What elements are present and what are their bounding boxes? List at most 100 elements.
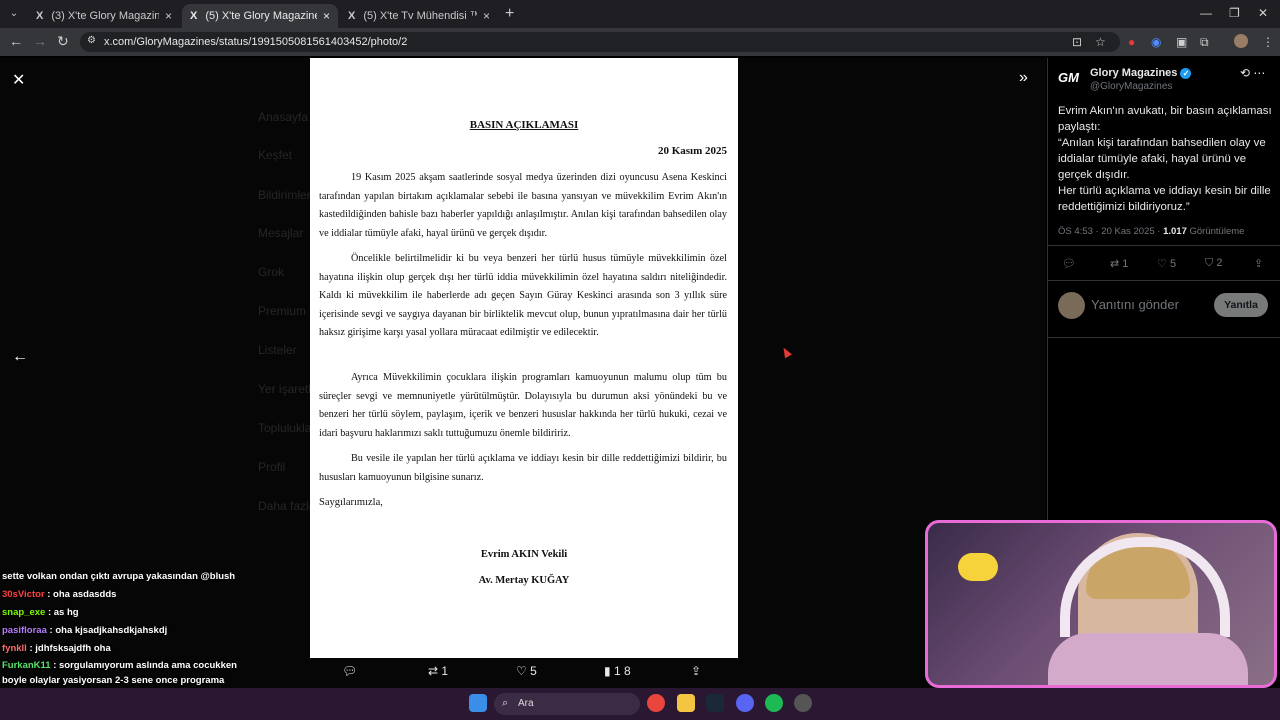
discord-icon[interactable]: [736, 694, 754, 712]
divider: [1047, 280, 1280, 281]
tab-search-icon[interactable]: ⌄: [6, 6, 22, 22]
chrome-icon[interactable]: [647, 694, 665, 712]
chat-text: : jdhfsksajdfh oha: [26, 643, 111, 654]
views-button[interactable]: ▮ 1 8: [604, 664, 631, 678]
verified-badge-icon: ✓: [1180, 67, 1192, 79]
document-heading: BASIN AÇIKLAMASI: [469, 119, 579, 131]
profile-avatar[interactable]: [1234, 34, 1248, 48]
bookmark-count: 2: [1216, 257, 1223, 269]
chat-message: pasifloraa : oha kjsadjkahsdkjahskdj: [2, 622, 242, 640]
bg-nav-item: Bildirimler: [258, 188, 311, 202]
divider: [1047, 245, 1280, 246]
spotify-icon[interactable]: [765, 694, 783, 712]
document-paragraph: Bu vesile ile yapılan her türlü açıklama…: [319, 453, 727, 483]
expand-panel-icon[interactable]: »: [1019, 69, 1028, 87]
maximize-icon[interactable]: ❐: [1229, 6, 1240, 20]
bg-nav-item: Listeler: [258, 343, 297, 357]
close-tab-icon[interactable]: ×: [483, 9, 490, 23]
bookmark-star-icon[interactable]: ☆: [1095, 35, 1106, 49]
plush-toy: [958, 553, 998, 581]
like-button[interactable]: ♡ 5: [516, 664, 537, 678]
chat-text: sette volkan ondan çıktı avrupa yakasınd…: [2, 571, 236, 582]
site-info-icon[interactable]: ⚙: [87, 35, 96, 46]
install-app-icon[interactable]: ⊡: [1072, 35, 1082, 49]
tab-tv-muhendisi[interactable]: X (5) X'te Tv Mühendisi ™: "Bez b ×: [340, 4, 498, 28]
steam-icon[interactable]: [706, 694, 724, 712]
document-paragraph: 19 Kasım 2025 akşam saatlerinde sosyal m…: [319, 172, 727, 239]
author-name-row[interactable]: Glory Magazines ✓: [1090, 67, 1192, 79]
tab-glory-evrim[interactable]: X (5) X'te Glory Magazines: "Evrim ×: [182, 4, 338, 28]
like-count: 5: [530, 664, 537, 678]
analytics-icon: ▮: [604, 664, 611, 678]
taskbar: [0, 688, 1280, 720]
close-tab-icon[interactable]: ×: [165, 9, 172, 23]
close-viewer-icon[interactable]: ✕: [12, 70, 25, 90]
tweet-views: 1.017: [1163, 226, 1187, 237]
document-paragraph: Öncelikle belirtilmelidir ki bu veya ben…: [319, 253, 727, 339]
chat-message: snap_exe : as hg: [2, 604, 242, 622]
chat-text: : oha asdasdds: [44, 589, 117, 600]
chat-user: FurkanK11: [2, 660, 51, 671]
extension-icon[interactable]: ▣: [1176, 35, 1187, 49]
share-icon[interactable]: ⇪: [691, 664, 701, 678]
menu-kebab-icon[interactable]: ⋮: [1262, 35, 1274, 49]
x-logo-icon: X: [190, 10, 198, 22]
reply-icon[interactable]: 💬︎: [342, 664, 357, 678]
retweet-icon: ⇄: [428, 664, 439, 678]
bg-nav-item: Grok: [258, 265, 285, 279]
tab-title: (5) X'te Glory Magazines: "Evrim: [205, 10, 317, 22]
retweet-button[interactable]: ⇄ 1: [428, 664, 448, 678]
bg-nav-item: Mesajlar: [258, 226, 304, 240]
search-icon: ⌕: [502, 697, 509, 709]
tab-title: (5) X'te Tv Mühendisi ™: "Bez b: [363, 10, 477, 22]
tweet-time[interactable]: ÖS 4:53 · 20 Kas 2025 ·: [1058, 226, 1163, 237]
previous-photo-icon[interactable]: ←: [12, 348, 28, 366]
like-button[interactable]: ♡ 5: [1157, 257, 1176, 270]
press-release-image: BASIN AÇIKLAMASI 20 Kasım 2025 19 Kasım …: [310, 58, 738, 658]
tab-title: (3) X'te Glory Magazines: "Bez: [51, 10, 159, 22]
author-handle[interactable]: @GloryMagazines: [1090, 81, 1172, 92]
extension-audio-icon[interactable]: ◉: [1151, 35, 1161, 49]
chat-message: sette volkan ondan çıktı avrupa yakasınd…: [2, 568, 242, 586]
bg-nav-item: Profil: [258, 460, 286, 474]
tweet-views-label: Görüntüleme: [1186, 226, 1245, 237]
url-text[interactable]: x.com/GloryMagazines/status/199150508156…: [104, 36, 407, 48]
extensions-puzzle-icon[interactable]: ⧉: [1200, 35, 1209, 50]
forward-icon[interactable]: →: [33, 33, 47, 49]
reply-input[interactable]: Yanıtını gönder: [1091, 297, 1179, 312]
chat-text: : oha kjsadjkahsdkjahskdj: [46, 625, 168, 636]
chat-user: fynkll: [2, 643, 27, 654]
user-avatar: [1058, 292, 1085, 319]
close-window-icon[interactable]: ✕: [1258, 6, 1268, 20]
retweet-button[interactable]: ⇄ 1: [1110, 257, 1128, 270]
more-options-icon[interactable]: ⟲ ⋯: [1240, 66, 1265, 80]
headphones: [1060, 537, 1230, 637]
chat-message: 30sVictor : oha asdasdds: [2, 586, 242, 604]
back-icon[interactable]: ←: [9, 33, 23, 49]
taskbar-search[interactable]: Ara: [494, 693, 640, 715]
author-name: Glory Magazines: [1090, 67, 1178, 79]
reply-button[interactable]: Yanıtla: [1214, 293, 1268, 317]
bookmark-button[interactable]: ⛉ 2: [1205, 257, 1222, 270]
reply-icon[interactable]: 💬︎: [1062, 257, 1076, 270]
tab-glory-bez[interactable]: X (3) X'te Glory Magazines: "Bez ×: [28, 4, 180, 28]
windows-start-icon[interactable]: [469, 694, 487, 712]
minimize-icon[interactable]: —: [1200, 6, 1212, 20]
divider: [1047, 337, 1280, 338]
reload-icon[interactable]: ↻: [57, 33, 69, 50]
share-icon[interactable]: ⇪: [1254, 257, 1263, 270]
document-date: 20 Kasım 2025: [657, 145, 727, 157]
x-logo-icon: X: [36, 10, 44, 22]
bg-nav-item: Topluluklar: [258, 421, 316, 435]
chat-text: : as hg: [45, 607, 79, 618]
close-tab-icon[interactable]: ×: [323, 9, 330, 23]
new-tab-button[interactable]: +: [505, 5, 514, 23]
retweet-icon: ⇄: [1110, 258, 1120, 270]
tweet-meta: ÖS 4:53 · 20 Kas 2025 · 1.017 Görüntülem…: [1058, 226, 1244, 237]
obs-icon[interactable]: [794, 694, 812, 712]
author-avatar[interactable]: GM: [1058, 70, 1084, 90]
bg-nav-item: Premium: [258, 304, 307, 318]
chat-message: fynkll : jdhfsksajdfh oha: [2, 640, 242, 658]
file-explorer-icon[interactable]: [677, 694, 695, 712]
extension-record-icon[interactable]: ●: [1128, 35, 1135, 49]
